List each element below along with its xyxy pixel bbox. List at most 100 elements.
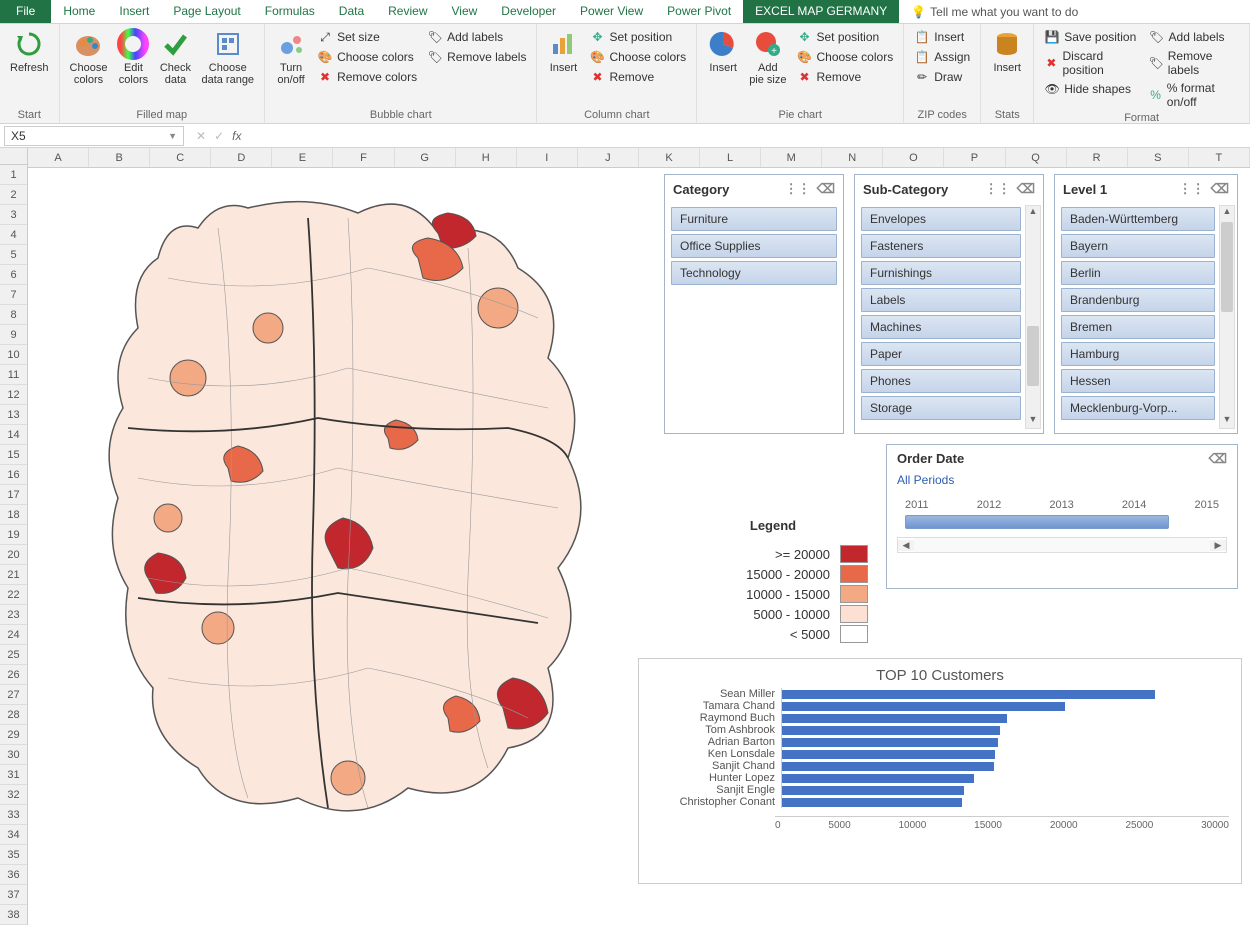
scroll-down-icon[interactable]: ▼ xyxy=(1220,414,1234,428)
column-header[interactable]: O xyxy=(883,148,944,167)
tab-review[interactable]: Review xyxy=(376,0,439,23)
row-header[interactable]: 6 xyxy=(0,265,27,285)
column-header[interactable]: F xyxy=(333,148,394,167)
slicer-item[interactable]: Machines xyxy=(861,315,1021,339)
slicer-scrollbar[interactable]: ▲ ▼ xyxy=(1025,205,1041,429)
bubble-remove-labels[interactable]: 🏷Remove labels xyxy=(423,48,530,66)
row-header[interactable]: 12 xyxy=(0,385,27,405)
timeline-scrollbar[interactable]: ◀ ▶ xyxy=(897,537,1227,553)
row-header[interactable]: 17 xyxy=(0,485,27,505)
bubble-set-size[interactable]: ⤢Set size xyxy=(313,28,421,46)
row-header[interactable]: 34 xyxy=(0,825,27,845)
row-header[interactable]: 1 xyxy=(0,165,27,185)
slicer-item[interactable]: Furnishings xyxy=(861,261,1021,285)
row-header[interactable]: 24 xyxy=(0,625,27,645)
pie-choose-colors[interactable]: 🎨Choose colors xyxy=(792,48,897,66)
scroll-up-icon[interactable]: ▲ xyxy=(1026,206,1040,220)
row-header[interactable]: 18 xyxy=(0,505,27,525)
pie-remove[interactable]: ✖Remove xyxy=(792,68,897,86)
cell-canvas[interactable]: Legend >= 2000015000 - 2000010000 - 1500… xyxy=(28,168,1250,925)
column-remove[interactable]: ✖Remove xyxy=(585,68,690,86)
clear-filter-icon[interactable]: ⌫ xyxy=(1209,451,1227,467)
row-header[interactable]: 21 xyxy=(0,565,27,585)
row-header[interactable]: 3 xyxy=(0,205,27,225)
slicer-item[interactable]: Baden-Württemberg xyxy=(1061,207,1215,231)
choose-data-range-button[interactable]: Choose data range xyxy=(197,26,258,88)
slicer-item[interactable]: Hamburg xyxy=(1061,342,1215,366)
timeline-range-bar[interactable] xyxy=(905,515,1169,529)
row-header[interactable]: 28 xyxy=(0,705,27,725)
column-header[interactable]: T xyxy=(1189,148,1250,167)
slicer-item[interactable]: Envelopes xyxy=(861,207,1021,231)
choose-colors-button[interactable]: Choose colors xyxy=(66,26,112,88)
slicer-item[interactable]: Bremen xyxy=(1061,315,1215,339)
column-header[interactable]: Q xyxy=(1006,148,1067,167)
formula-input[interactable] xyxy=(249,127,1250,145)
check-data-button[interactable]: Check data xyxy=(155,26,195,88)
row-header[interactable]: 26 xyxy=(0,665,27,685)
row-header[interactable]: 22 xyxy=(0,585,27,605)
row-header[interactable]: 8 xyxy=(0,305,27,325)
column-header[interactable]: M xyxy=(761,148,822,167)
zip-insert[interactable]: 📋Insert xyxy=(910,28,974,46)
pct-format[interactable]: %% format on/off xyxy=(1145,80,1243,110)
tab-view[interactable]: View xyxy=(440,0,490,23)
column-header[interactable]: I xyxy=(517,148,578,167)
cancel-icon[interactable]: ✕ xyxy=(196,129,206,143)
row-header[interactable]: 30 xyxy=(0,745,27,765)
fx-icon[interactable]: fx xyxy=(232,129,241,143)
zip-assign[interactable]: 📋Assign xyxy=(910,48,974,66)
row-header[interactable]: 4 xyxy=(0,225,27,245)
column-header[interactable]: R xyxy=(1067,148,1128,167)
row-header[interactable]: 19 xyxy=(0,525,27,545)
clear-filter-icon[interactable]: ⌫ xyxy=(817,181,835,197)
scroll-thumb[interactable] xyxy=(1221,222,1233,312)
slicer-item[interactable]: Office Supplies xyxy=(671,234,837,258)
slicer-item[interactable]: Storage xyxy=(861,396,1021,420)
row-header[interactable]: 2 xyxy=(0,185,27,205)
scroll-right-icon[interactable]: ▶ xyxy=(1210,540,1226,551)
pie-add-size-button[interactable]: + Add pie size xyxy=(745,26,790,88)
column-header[interactable]: D xyxy=(211,148,272,167)
discard-position[interactable]: ✖Discard position xyxy=(1040,48,1142,78)
tab-developer[interactable]: Developer xyxy=(489,0,568,23)
tab-power-view[interactable]: Power View xyxy=(568,0,655,23)
row-header[interactable]: 16 xyxy=(0,465,27,485)
clear-filter-icon[interactable]: ⌫ xyxy=(1211,181,1229,197)
multi-select-icon[interactable]: ⋮⋮ xyxy=(985,181,1011,197)
row-header[interactable]: 11 xyxy=(0,365,27,385)
edit-colors-button[interactable]: Edit colors xyxy=(113,26,153,88)
tab-page-layout[interactable]: Page Layout xyxy=(161,0,252,23)
column-header[interactable]: G xyxy=(395,148,456,167)
tab-file[interactable]: File xyxy=(0,0,51,23)
row-header[interactable]: 14 xyxy=(0,425,27,445)
slicer-item[interactable]: Paper xyxy=(861,342,1021,366)
clear-filter-icon[interactable]: ⌫ xyxy=(1017,181,1035,197)
hide-shapes[interactable]: 👁Hide shapes xyxy=(1040,80,1142,98)
scroll-left-icon[interactable]: ◀ xyxy=(898,540,914,551)
slicer-item[interactable]: Technology xyxy=(671,261,837,285)
bubble-turn-button[interactable]: Turn on/off xyxy=(271,26,311,88)
slicer-item[interactable]: Labels xyxy=(861,288,1021,312)
slicer-item[interactable]: Berlin xyxy=(1061,261,1215,285)
slicer-item[interactable]: Mecklenburg-Vorp... xyxy=(1061,396,1215,420)
format-remove-labels[interactable]: 🏷Remove labels xyxy=(1145,48,1243,78)
column-header[interactable]: P xyxy=(944,148,1005,167)
select-all-corner[interactable] xyxy=(0,148,28,165)
tab-insert[interactable]: Insert xyxy=(107,0,161,23)
pie-set-position[interactable]: ✥Set position xyxy=(792,28,897,46)
tell-me[interactable]: 💡 Tell me what you want to do xyxy=(899,0,1090,23)
row-header[interactable]: 15 xyxy=(0,445,27,465)
stats-insert-button[interactable]: Insert xyxy=(987,26,1027,76)
column-header[interactable]: B xyxy=(89,148,150,167)
column-header[interactable]: E xyxy=(272,148,333,167)
scroll-up-icon[interactable]: ▲ xyxy=(1220,206,1234,220)
scroll-thumb[interactable] xyxy=(1027,326,1039,386)
row-header[interactable]: 7 xyxy=(0,285,27,305)
tab-home[interactable]: Home xyxy=(51,0,107,23)
bubble-choose-colors[interactable]: 🎨Choose colors xyxy=(313,48,421,66)
column-choose-colors[interactable]: 🎨Choose colors xyxy=(585,48,690,66)
slicer-item[interactable]: Furniture xyxy=(671,207,837,231)
column-header[interactable]: C xyxy=(150,148,211,167)
slicer-item[interactable]: Hessen xyxy=(1061,369,1215,393)
